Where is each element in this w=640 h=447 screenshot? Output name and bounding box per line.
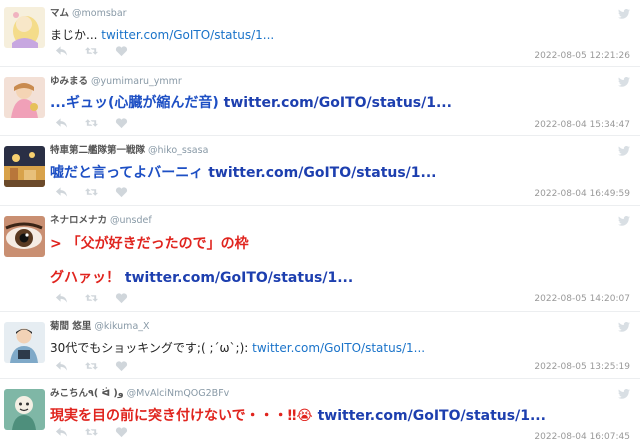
- user-handle[interactable]: @hiko_ssasa: [148, 145, 208, 156]
- tweet-text: 嘘だと言ってよバーニィ twitter.com/GoITO/status/1..…: [50, 164, 625, 182]
- twitter-bird-icon[interactable]: [618, 77, 630, 87]
- timestamp[interactable]: 2022-08-04 16:07:45: [534, 432, 630, 443]
- heart-icon[interactable]: [115, 45, 128, 57]
- tweet-card: みこちん٩( ᐛ )و @MvAlciNmQOG2BFv 現実を目の前に突き付けな…: [0, 379, 640, 447]
- avatar[interactable]: [4, 322, 45, 363]
- heart-icon[interactable]: [115, 360, 128, 372]
- user-handle[interactable]: @kikuma_X: [94, 321, 149, 332]
- tweet-text: ...ギュッ(心臓が縮んだ音) twitter.com/GoITO/status…: [50, 94, 625, 112]
- reply-icon[interactable]: [55, 117, 68, 129]
- tweet-text: 30代でもショッキングです;( ;´ω`;): twitter.com/GoIT…: [50, 341, 625, 356]
- twitter-bird-icon[interactable]: [618, 216, 630, 226]
- timestamp[interactable]: 2022-08-05 13:25:19: [534, 362, 630, 373]
- retweet-icon[interactable]: [85, 117, 98, 129]
- retweet-icon[interactable]: [85, 292, 98, 304]
- tweet-header: みこちん٩( ᐛ )و @MvAlciNmQOG2BFv: [50, 388, 229, 400]
- tweet-header: ネナロメナカ @unsdef: [50, 215, 152, 227]
- reply-icon[interactable]: [55, 360, 68, 372]
- tweet-card: マム @momsbar まじか... twitter.com/GoITO/stat…: [0, 0, 640, 67]
- user-handle[interactable]: @momsbar: [72, 8, 127, 19]
- tweet-card: 特車第二艦隊第一戦隊 @hiko_ssasa 嘘だと言ってよバーニィ twitte…: [0, 136, 640, 206]
- avatar[interactable]: [4, 77, 45, 118]
- heart-icon[interactable]: [115, 426, 128, 438]
- tweet-text-content: ...ギュッ(心臓が縮んだ音): [50, 95, 224, 111]
- avatar[interactable]: [4, 146, 45, 187]
- heart-icon[interactable]: [115, 186, 128, 198]
- tweet-text: グハァッ！ twitter.com/GoITO/status/1...: [50, 269, 625, 287]
- reply-icon[interactable]: [55, 292, 68, 304]
- heart-icon[interactable]: [115, 117, 128, 129]
- avatar[interactable]: [4, 389, 45, 430]
- twitter-bird-icon[interactable]: [618, 9, 630, 19]
- reply-icon[interactable]: [55, 186, 68, 198]
- tweet-link[interactable]: twitter.com/GoITO/status/1...: [125, 270, 353, 286]
- timestamp[interactable]: 2022-08-04 16:49:59: [534, 189, 630, 200]
- tweet-text-quote: > 「父が好きだったので」の枠: [50, 236, 249, 252]
- tweet-text-content: 現実を目の前に突き付けないで・・・‼😭: [50, 408, 318, 424]
- retweet-icon[interactable]: [85, 45, 98, 57]
- tweet-link[interactable]: twitter.com/GoITO/status/1...: [101, 28, 274, 42]
- tweet-text-content: まじか...: [50, 28, 102, 42]
- display-name[interactable]: 菊間 悠里: [50, 321, 91, 332]
- display-name[interactable]: 特車第二艦隊第一戦隊: [50, 145, 145, 156]
- tweet-card: ネナロメナカ @unsdef > 「父が好きだったので」の枠 グハァッ！ twit…: [0, 206, 640, 312]
- user-handle[interactable]: @yumimaru_ymmr: [91, 76, 182, 87]
- display-name[interactable]: マム: [50, 8, 69, 19]
- avatar[interactable]: [4, 216, 45, 257]
- twitter-bird-icon[interactable]: [618, 146, 630, 156]
- retweet-icon[interactable]: [85, 186, 98, 198]
- tweet-card: ゆみまる @yumimaru_ymmr ...ギュッ(心臓が縮んだ音) twitt…: [0, 67, 640, 136]
- display-name[interactable]: ネナロメナカ: [50, 215, 107, 226]
- reply-icon[interactable]: [55, 426, 68, 438]
- tweet-header: ゆみまる @yumimaru_ymmr: [50, 76, 182, 88]
- tweet-text: 現実を目の前に突き付けないで・・・‼😭 twitter.com/GoITO/st…: [50, 407, 625, 425]
- user-handle[interactable]: @unsdef: [110, 215, 152, 226]
- heart-icon[interactable]: [115, 292, 128, 304]
- retweet-icon[interactable]: [85, 360, 98, 372]
- avatar[interactable]: [4, 7, 45, 48]
- twitter-bird-icon[interactable]: [618, 389, 630, 399]
- tweet-text-content: 30代でもショッキングです;( ;´ω`;):: [50, 341, 253, 355]
- display-name[interactable]: ゆみまる: [50, 76, 88, 87]
- display-name[interactable]: みこちん٩( ᐛ )و: [50, 388, 124, 399]
- twitter-bird-icon[interactable]: [618, 322, 630, 332]
- tweet-card: 菊間 悠里 @kikuma_X 30代でもショッキングです;( ;´ω`;): t…: [0, 312, 640, 379]
- tweet-link[interactable]: twitter.com/GoITO/status/1...: [224, 95, 452, 111]
- timestamp[interactable]: 2022-08-04 15:34:47: [534, 120, 630, 131]
- tweet-text-content: グハァッ！: [50, 270, 125, 286]
- user-handle[interactable]: @MvAlciNmQOG2BFv: [127, 388, 230, 399]
- tweet-link[interactable]: twitter.com/GoITO/status/1...: [318, 408, 546, 424]
- tweet-link[interactable]: twitter.com/GoITO/status/1...: [252, 341, 425, 355]
- reply-icon[interactable]: [55, 45, 68, 57]
- timestamp[interactable]: 2022-08-05 12:21:26: [534, 51, 630, 62]
- tweet-header: 特車第二艦隊第一戦隊 @hiko_ssasa: [50, 145, 208, 157]
- timestamp[interactable]: 2022-08-05 14:20:07: [534, 294, 630, 305]
- tweet-header: 菊間 悠里 @kikuma_X: [50, 321, 150, 333]
- retweet-icon[interactable]: [85, 426, 98, 438]
- tweet-header: マム @momsbar: [50, 8, 127, 20]
- tweet-text: まじか... twitter.com/GoITO/status/1...: [50, 28, 625, 43]
- tweet-text-content: 嘘だと言ってよバーニィ: [50, 165, 209, 181]
- tweet-link[interactable]: twitter.com/GoITO/status/1...: [208, 165, 436, 181]
